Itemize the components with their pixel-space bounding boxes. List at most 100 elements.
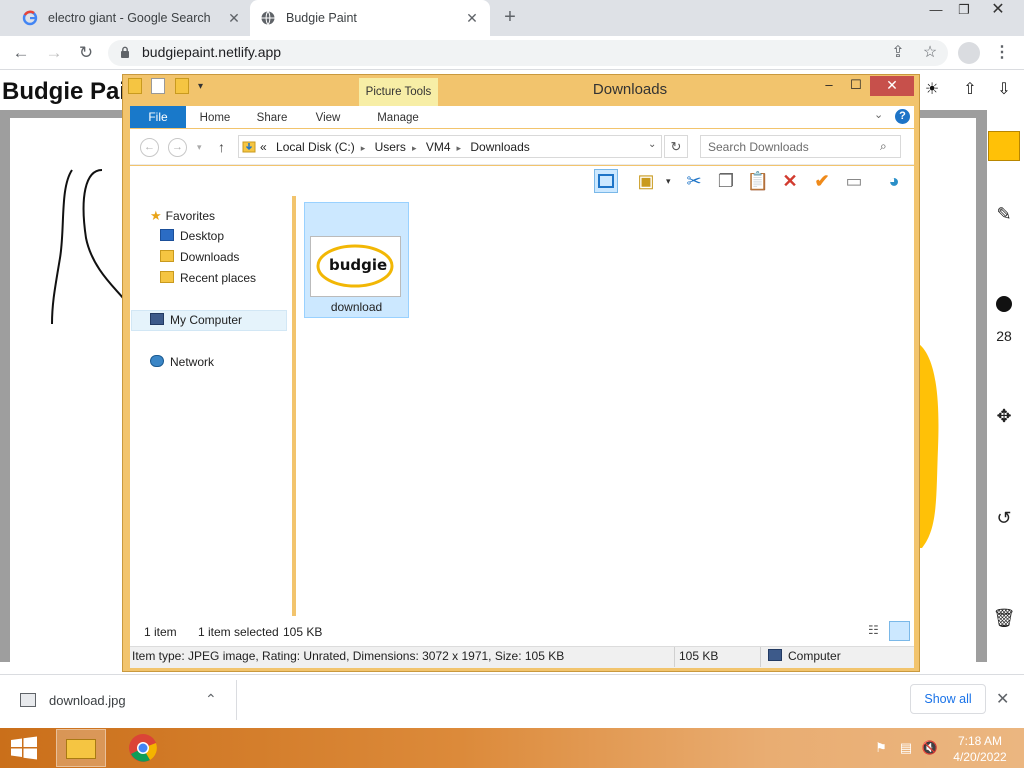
forward-arrow-icon[interactable]: →	[41, 40, 67, 66]
tree-item-recent-places[interactable]: Recent places	[160, 271, 256, 285]
help-icon[interactable]: ?	[895, 109, 910, 124]
close-shelf-icon[interactable]: ✕	[996, 689, 1009, 709]
folder-down-icon[interactable]	[128, 78, 142, 94]
show-all-button[interactable]: Show all	[910, 684, 986, 714]
breadcrumb-users[interactable]: Users	[375, 140, 406, 154]
preview-pane-icon[interactable]	[594, 169, 618, 193]
tab-share[interactable]: Share	[250, 106, 294, 128]
brush-size-dot[interactable]	[996, 296, 1012, 312]
explorer-refresh-icon[interactable]: ↻	[664, 135, 688, 158]
downloaded-file-name[interactable]: download.jpg	[49, 693, 126, 708]
tab-title: Budgie Paint	[286, 11, 357, 25]
download-options-chevron-icon[interactable]: ⌃	[205, 691, 217, 708]
picture-tools-context-tab: Picture Tools	[359, 78, 438, 106]
chrome-taskbar-button[interactable]	[118, 729, 168, 767]
breadcrumb-vm4[interactable]: VM4	[426, 140, 451, 154]
tab-view[interactable]: View	[306, 106, 350, 128]
tab-file[interactable]: File	[130, 106, 186, 128]
open-folder-icon[interactable]: ▣	[634, 169, 658, 193]
desktop-icon	[160, 229, 174, 241]
trash-icon[interactable]: 🗑	[990, 608, 1018, 629]
checkmark-icon[interactable]: ✔	[810, 169, 834, 193]
tree-item-my-computer[interactable]: My Computer	[150, 313, 242, 327]
brightness-icon[interactable]: ☀	[920, 78, 944, 102]
menu-dots-icon[interactable]: ⋮	[990, 41, 1014, 65]
tree-item-favorites[interactable]: ★ Favorites	[150, 208, 215, 224]
tab-home[interactable]: Home	[192, 106, 238, 128]
breadcrumb-separator-icon[interactable]: ▸	[361, 143, 366, 153]
properties-icon[interactable]	[151, 78, 166, 94]
views-dropdown-icon[interactable]: ▾	[666, 176, 671, 187]
network-tray-icon[interactable]: ▤	[897, 740, 915, 756]
explorer-minimize-icon[interactable]: –	[815, 76, 843, 96]
pencil-icon[interactable]: ✎	[990, 204, 1018, 225]
tree-label: Favorites	[165, 209, 216, 223]
details-view-icon[interactable]: ☷	[868, 623, 886, 639]
tree-label: Network	[170, 355, 215, 369]
close-tab-icon[interactable]: ✕	[464, 10, 480, 27]
computer-icon	[150, 313, 164, 325]
move-arrows-icon[interactable]: ✥	[990, 406, 1018, 427]
tab-google-search[interactable]: electro giant - Google Search ✕	[12, 0, 252, 36]
breadcrumb-overflow[interactable]: «	[260, 140, 267, 154]
quick-access-toolbar: ▾	[128, 78, 228, 100]
selection-size: 105 KB	[283, 625, 323, 639]
file-thumbnail: budgie	[310, 236, 401, 297]
rename-icon[interactable]: ▭	[842, 169, 866, 193]
windows-start-icon[interactable]	[10, 736, 38, 760]
recent-places-icon	[160, 271, 174, 283]
color-swatch[interactable]	[988, 131, 1020, 161]
delete-x-icon[interactable]: ✕	[778, 169, 802, 193]
image-file-icon[interactable]	[20, 693, 36, 707]
new-folder-icon[interactable]	[174, 78, 189, 94]
explorer-forward-icon[interactable]: →	[168, 138, 187, 157]
qat-dropdown-icon[interactable]: ▾	[198, 81, 203, 92]
system-clock[interactable]: 7:18 AM 4/20/2022	[940, 733, 1020, 765]
bookmark-star-icon[interactable]: ☆	[918, 41, 942, 65]
ribbon-expand-chevron-icon[interactable]: ⌄	[874, 108, 883, 121]
back-arrow-icon[interactable]: ←	[8, 40, 34, 66]
chrome-icon	[129, 734, 157, 762]
large-icons-view-icon[interactable]	[889, 621, 910, 641]
tab-manage[interactable]: Manage	[365, 106, 431, 128]
profile-avatar-icon[interactable]	[958, 42, 980, 64]
file-explorer-taskbar-button[interactable]	[56, 729, 106, 767]
paste-clipboard-icon[interactable]: 📋	[746, 169, 770, 193]
copy-icon[interactable]: ❐	[714, 169, 738, 193]
address-dropdown-icon[interactable]: ⌄	[648, 139, 656, 150]
explorer-back-icon[interactable]: ←	[140, 138, 159, 157]
action-center-flag-icon[interactable]: ⚑	[872, 740, 890, 756]
clock-time: 7:18 AM	[957, 734, 1003, 748]
star-icon: ★	[150, 208, 162, 223]
undo-rotate-icon[interactable]: ↺	[990, 508, 1018, 529]
explorer-close-icon[interactable]: ✕	[870, 76, 914, 96]
file-name: download	[330, 300, 383, 314]
tree-item-downloads[interactable]: Downloads	[160, 250, 239, 264]
globe-network-icon[interactable]: ◕	[882, 169, 906, 193]
clock-date: 4/20/2022	[953, 750, 1007, 764]
search-icon[interactable]: ⌕	[880, 139, 887, 154]
volume-muted-icon[interactable]: 🔇	[921, 740, 939, 756]
cut-scissors-icon[interactable]: ✂	[682, 169, 706, 193]
breadcrumb-separator-icon[interactable]: ▸	[412, 143, 417, 153]
share-icon[interactable]: ⇪	[886, 41, 910, 65]
new-tab-plus-icon[interactable]: +	[498, 6, 522, 30]
up-arrow-icon[interactable]: ↑	[218, 139, 225, 155]
download-icon[interactable]: ⇩	[992, 78, 1016, 102]
tree-item-desktop[interactable]: Desktop	[160, 229, 224, 243]
item-count: 1 item	[144, 625, 177, 639]
details-separator	[674, 647, 675, 667]
breadcrumb-downloads[interactable]: Downloads	[470, 140, 529, 154]
reload-icon[interactable]: ↻	[73, 40, 99, 66]
tab-budgie-paint[interactable]: Budgie Paint ✕	[250, 0, 490, 36]
tree-item-network[interactable]: Network	[150, 355, 214, 369]
recent-locations-icon[interactable]: ▾	[197, 142, 202, 153]
close-window-icon[interactable]: ✕	[975, 0, 1021, 22]
close-tab-icon[interactable]: ✕	[226, 10, 242, 27]
explorer-maximize-icon[interactable]: ☐	[842, 76, 870, 96]
lock-icon	[121, 46, 129, 58]
breadcrumb-local-disk[interactable]: Local Disk (C:)	[276, 140, 355, 154]
upload-icon[interactable]: ⇧	[958, 78, 982, 102]
url-text[interactable]: budgiepaint.netlify.app	[142, 44, 281, 60]
breadcrumb-separator-icon[interactable]: ▸	[457, 143, 462, 153]
